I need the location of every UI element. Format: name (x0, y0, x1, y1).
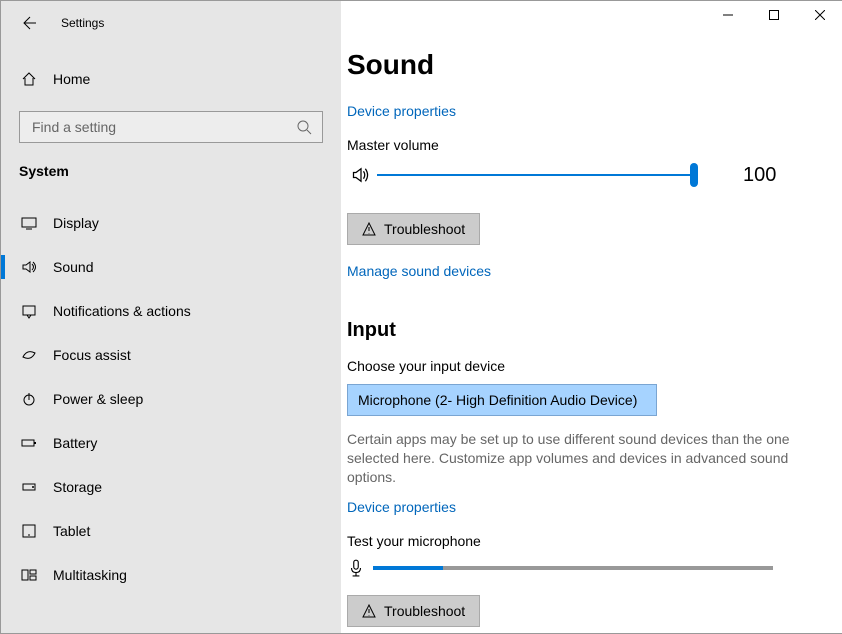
back-button[interactable] (19, 13, 39, 33)
choose-input-label: Choose your input device (347, 358, 811, 374)
home-icon (19, 69, 39, 89)
input-device-selected: Microphone (2- High Definition Audio Dev… (358, 392, 637, 408)
close-icon (815, 10, 825, 20)
content-pane: Sound Device properties Master volume 10… (341, 1, 842, 633)
search-box[interactable] (19, 111, 323, 143)
nav-label: Multitasking (53, 567, 127, 583)
nav-label: Power & sleep (53, 391, 143, 407)
battery-icon (19, 433, 39, 453)
window-title: Settings (61, 16, 104, 30)
nav-label: Battery (53, 435, 97, 451)
power-icon (19, 389, 39, 409)
nav-label: Display (53, 215, 99, 231)
nav-item-tablet[interactable]: Tablet (1, 509, 341, 553)
maximize-button[interactable] (751, 1, 797, 29)
troubleshoot-button[interactable]: Troubleshoot (347, 213, 480, 245)
sidebar: Settings Home System Display Sound (1, 1, 341, 633)
volume-value: 100 (743, 164, 776, 187)
nav-label: Storage (53, 479, 102, 495)
display-icon (19, 213, 39, 233)
nav-label: Tablet (53, 523, 90, 539)
test-mic-label: Test your microphone (347, 533, 811, 549)
input-device-dropdown[interactable]: Microphone (2- High Definition Audio Dev… (347, 384, 657, 416)
nav-item-storage[interactable]: Storage (1, 465, 341, 509)
nav-item-multitasking[interactable]: Multitasking (1, 553, 341, 597)
maximize-icon (769, 10, 779, 20)
nav-item-sound[interactable]: Sound (1, 245, 341, 289)
manage-sound-devices-link[interactable]: Manage sound devices (347, 263, 811, 279)
master-volume-label: Master volume (347, 137, 811, 153)
search-icon (296, 119, 312, 135)
device-properties-link[interactable]: Device properties (347, 103, 811, 119)
input-description: Certain apps may be set up to use differ… (347, 430, 797, 487)
tablet-icon (19, 521, 39, 541)
nav-label: Notifications & actions (53, 303, 191, 319)
troubleshoot-mic-button[interactable]: Troubleshoot (347, 595, 480, 627)
nav-item-display[interactable]: Display (1, 201, 341, 245)
troubleshoot-mic-label: Troubleshoot (384, 603, 465, 619)
focus-assist-icon (19, 345, 39, 365)
notifications-icon (19, 301, 39, 321)
minimize-icon (723, 10, 733, 20)
window-controls (705, 1, 842, 29)
speaker-icon (347, 165, 375, 185)
page-title: Sound (347, 49, 811, 81)
warning-icon (362, 222, 376, 236)
nav-item-notifications[interactable]: Notifications & actions (1, 289, 341, 333)
input-device-properties-link[interactable]: Device properties (347, 499, 811, 515)
warning-icon (362, 604, 376, 618)
home-label: Home (53, 71, 90, 87)
nav-label: Focus assist (53, 347, 131, 363)
nav-item-focus-assist[interactable]: Focus assist (1, 333, 341, 377)
input-heading: Input (347, 319, 811, 342)
storage-icon (19, 477, 39, 497)
search-input[interactable] (30, 118, 296, 136)
close-button[interactable] (797, 1, 842, 29)
master-volume-slider[interactable] (377, 163, 695, 187)
microphone-icon (347, 559, 365, 577)
mic-level-meter (373, 566, 773, 570)
nav-item-battery[interactable]: Battery (1, 421, 341, 465)
troubleshoot-label: Troubleshoot (384, 221, 465, 237)
nav-item-power-sleep[interactable]: Power & sleep (1, 377, 341, 421)
home-nav[interactable]: Home (1, 57, 341, 101)
nav-list: Display Sound Notifications & actions Fo… (1, 201, 341, 597)
multitasking-icon (19, 565, 39, 585)
sound-icon (19, 257, 39, 277)
minimize-button[interactable] (705, 1, 751, 29)
group-label-system: System (1, 163, 341, 179)
arrow-left-icon (21, 15, 37, 31)
nav-label: Sound (53, 259, 93, 275)
